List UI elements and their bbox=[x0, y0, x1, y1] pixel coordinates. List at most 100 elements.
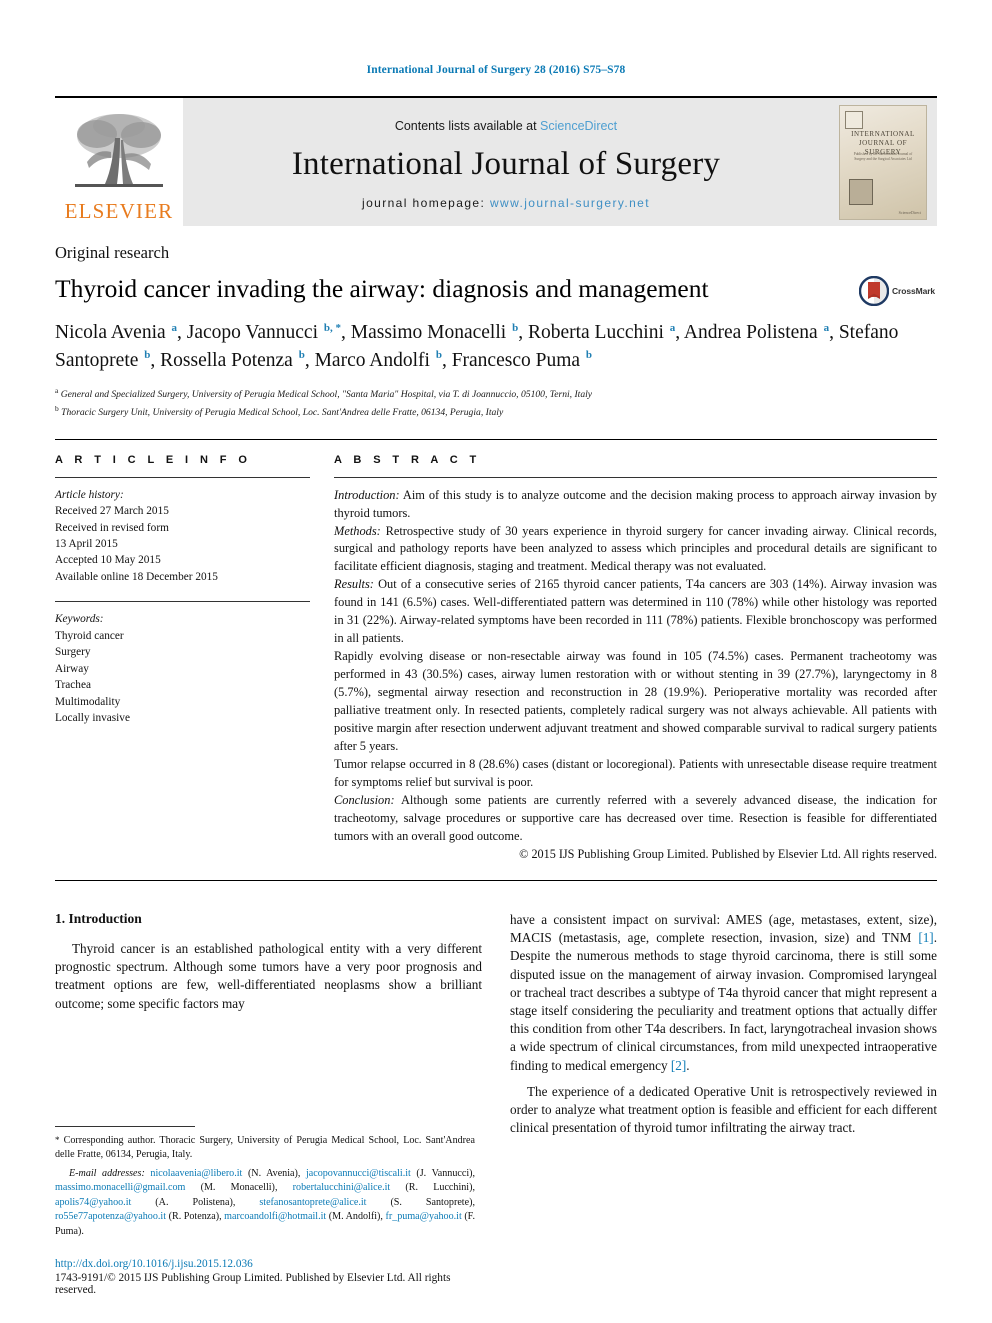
email-owner: (J. Vannucci) bbox=[416, 1167, 473, 1179]
corresponding-author-text: Corresponding author. Thoracic Surgery, … bbox=[55, 1135, 475, 1161]
abstract-introduction-text: Aim of this study is to analyze outcome … bbox=[334, 487, 937, 520]
keywords-divider bbox=[55, 601, 310, 603]
abstract-results-3: Tumor relapse occurred in 8 (28.6%) case… bbox=[334, 757, 937, 790]
email-link[interactable]: stefanosantoprete@alice.it bbox=[259, 1197, 366, 1208]
email-addresses-note: E-mail addresses: nicolaavenia@libero.it… bbox=[55, 1167, 475, 1239]
cover-elsevier-mark-icon bbox=[845, 110, 863, 129]
abstract-methods: Methods: Retrospective study of 30 years… bbox=[334, 523, 937, 577]
article-type-label: Original research bbox=[55, 243, 170, 262]
abstract-divider bbox=[334, 476, 937, 478]
intro-paragraph-right: have a consistent impact on survival: AM… bbox=[510, 911, 937, 1075]
body-columns: 1. Introduction Thyroid cancer is an est… bbox=[55, 911, 937, 1146]
abstract-conclusion-label: Conclusion: bbox=[334, 793, 395, 808]
contents-prefix: Contents lists available at bbox=[394, 118, 541, 133]
issn-copyright-line: 1743-9191/© 2015 IJS Publishing Group Li… bbox=[55, 1272, 451, 1296]
email-owner: (R. Lucchini) bbox=[405, 1182, 473, 1194]
abstract-methods-text: Retrospective study of 30 years experien… bbox=[334, 523, 937, 574]
keyword-item: Trachea bbox=[55, 679, 91, 692]
abstract-conclusion: Conclusion: Although some patients are c… bbox=[334, 792, 937, 846]
history-item: 13 April 2015 bbox=[55, 537, 118, 550]
email-link[interactable]: apolis74@yahoo.it bbox=[55, 1197, 131, 1208]
email-owner: (R. Potenza) bbox=[168, 1211, 220, 1223]
sciencedirect-link[interactable]: ScienceDirect bbox=[540, 119, 617, 133]
email-owner: (M. Monacelli) bbox=[200, 1182, 275, 1194]
abstract-introduction-label: Introduction: bbox=[334, 487, 400, 502]
affiliation-a-text: General and Specialized Surgery, Univers… bbox=[60, 389, 593, 401]
keywords-block: Keywords: Thyroid cancer Surgery Airway … bbox=[55, 611, 310, 726]
reference-link-2[interactable]: [2] bbox=[671, 1058, 686, 1073]
keyword-item: Multimodality bbox=[55, 695, 121, 708]
journal-title: International Journal of Surgery bbox=[291, 145, 721, 182]
article-history-label: Article history: bbox=[55, 488, 124, 501]
journal-homepage-line: journal homepage: www.journal-surgery.ne… bbox=[362, 196, 650, 210]
cover-crest-icon bbox=[849, 178, 873, 205]
homepage-url-link[interactable]: www.journal-surgery.net bbox=[490, 196, 650, 210]
history-item: Accepted 10 May 2015 bbox=[55, 554, 161, 567]
paper-page: International Journal of Surgery 28 (201… bbox=[0, 0, 992, 1323]
crossmark-badge[interactable]: CrossMark bbox=[859, 274, 937, 306]
abstract-conclusion-text: Although some patients are currently ref… bbox=[334, 793, 937, 844]
elsevier-wordmark: ELSEVIER bbox=[64, 199, 174, 223]
email-link[interactable]: nicolaavenia@libero.it bbox=[150, 1168, 242, 1179]
email-link[interactable]: marcoandolfi@hotmail.it bbox=[224, 1211, 326, 1222]
intro-right-text-b: . Despite the numerous methods to stage … bbox=[510, 930, 937, 1073]
keyword-item: Surgery bbox=[55, 646, 91, 659]
affiliation-marker-b: b bbox=[55, 403, 59, 413]
email-link[interactable]: ro55e77apotenza@yahoo.it bbox=[55, 1211, 166, 1222]
intro-right-text-a: have a consistent impact on survival: AM… bbox=[510, 911, 937, 946]
homepage-prefix: journal homepage: bbox=[362, 195, 490, 210]
info-divider bbox=[55, 476, 310, 478]
introduction-heading: 1. Introduction bbox=[55, 910, 142, 926]
title-row: Thyroid cancer invading the airway: diag… bbox=[55, 274, 937, 306]
doi-link[interactable]: http://dx.doi.org/10.1016/j.ijsu.2015.12… bbox=[55, 1258, 475, 1270]
article-info-heading: A R T I C L E I N F O bbox=[55, 453, 252, 466]
crossmark-label: CrossMark bbox=[892, 286, 936, 296]
author-list: Nicola Avenia a, Jacopo Vannucci b, *, M… bbox=[55, 321, 899, 371]
body-right-column: have a consistent impact on survival: AM… bbox=[510, 911, 937, 1146]
affiliation-marker-a: a bbox=[55, 386, 59, 396]
email-link[interactable]: fr_puma@yahoo.it bbox=[385, 1211, 461, 1222]
history-item: Available online 18 December 2015 bbox=[55, 570, 218, 583]
cover-title-line1: INTERNATIONAL bbox=[851, 129, 915, 138]
keyword-item: Locally invasive bbox=[55, 712, 130, 725]
email-owner: (S. Santoprete) bbox=[390, 1196, 473, 1208]
journal-cover-thumbnail: INTERNATIONAL JOURNAL OF SURGERY Publish… bbox=[829, 98, 937, 226]
elsevier-tree-icon bbox=[75, 114, 163, 187]
email-owner: (N. Avenia) bbox=[247, 1167, 298, 1179]
email-link[interactable]: jacopovannucci@tiscali.it bbox=[306, 1168, 411, 1179]
email-owner: (A. Polistena) bbox=[155, 1196, 233, 1208]
affiliation-list: a General and Specialized Surgery, Unive… bbox=[55, 385, 937, 420]
affiliation-b-text: Thoracic Surgery Unit, University of Per… bbox=[61, 407, 504, 419]
intro-paragraph-right-2: The experience of a dedicated Operative … bbox=[510, 1083, 937, 1136]
affiliation-a: a General and Specialized Surgery, Unive… bbox=[55, 385, 937, 403]
keyword-item: Thyroid cancer bbox=[55, 629, 124, 642]
footnote-area: * Corresponding author. Thoracic Surgery… bbox=[55, 1126, 475, 1296]
running-head: International Journal of Surgery 28 (201… bbox=[366, 64, 626, 76]
email-owner: (M. Andolfi) bbox=[328, 1211, 381, 1223]
affiliation-b: b Thoracic Surgery Unit, University of P… bbox=[55, 403, 937, 421]
email-link[interactable]: massimo.monacelli@gmail.com bbox=[55, 1182, 185, 1193]
crossmark-icon bbox=[859, 276, 889, 306]
article-history: Article history: Received 27 March 2015 … bbox=[55, 487, 310, 586]
keywords-label: Keywords: bbox=[55, 613, 104, 626]
abstract-body: Introduction: Aim of this study is to an… bbox=[334, 487, 937, 864]
cover-image: INTERNATIONAL JOURNAL OF SURGERY Publish… bbox=[839, 104, 927, 220]
abstract-results: Results: Out of a consecutive series of … bbox=[334, 576, 937, 648]
email-link[interactable]: robertalucchini@alice.it bbox=[293, 1182, 391, 1193]
corresponding-author-note: * Corresponding author. Thoracic Surgery… bbox=[55, 1134, 475, 1163]
abstract-results-2: Rapidly evolving disease or non-resectab… bbox=[334, 649, 937, 754]
body-top-divider bbox=[55, 879, 937, 881]
abstract-heading: A B S T R A C T bbox=[334, 453, 481, 466]
footnote-divider bbox=[55, 1126, 195, 1128]
history-item: Received 27 March 2015 bbox=[55, 505, 169, 518]
contents-available-line: Contents lists available at ScienceDirec… bbox=[395, 119, 617, 133]
article-info-column: A R T I C L E I N F O Article history: R… bbox=[55, 454, 334, 864]
reference-link-1[interactable]: [1] bbox=[918, 930, 933, 945]
intro-paragraph-left: Thyroid cancer is an established patholo… bbox=[55, 940, 482, 1011]
abstract-column: A B S T R A C T Introduction: Aim of thi… bbox=[334, 454, 937, 864]
elsevier-logo: ELSEVIER bbox=[55, 98, 183, 226]
keyword-item: Airway bbox=[55, 662, 89, 675]
body-left-column: 1. Introduction Thyroid cancer is an est… bbox=[55, 911, 482, 1146]
abstract-introduction: Introduction: Aim of this study is to an… bbox=[334, 487, 937, 523]
history-item: Received in revised form bbox=[55, 521, 169, 534]
